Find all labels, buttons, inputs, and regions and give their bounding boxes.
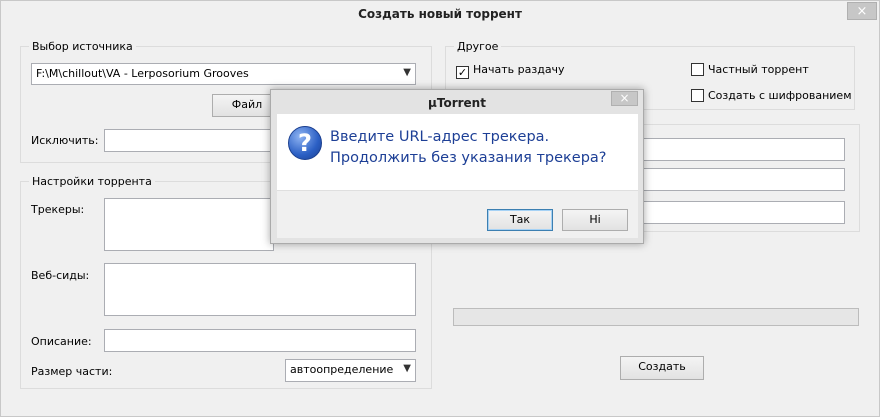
dialog-footer: Так Ні [277, 190, 638, 238]
piece-size-label: Размер части: [31, 365, 113, 378]
checkbox-empty-icon [691, 89, 704, 102]
window-title: Создать новый торрент [358, 7, 522, 21]
dialog-content: ? Введите URL-адрес трекера. Продолжить … [277, 114, 638, 190]
dialog-title: µTorrent [428, 96, 486, 110]
source-legend: Выбор источника [32, 40, 133, 53]
chevron-down-icon: ▼ [403, 67, 411, 78]
encryption-checkbox[interactable]: Создать с шифрованием [691, 89, 852, 102]
webseeds-textarea[interactable] [104, 263, 416, 316]
start-seeding-checkbox[interactable]: ✓ Начать раздачу [456, 63, 565, 79]
other-legend: Другое [457, 40, 499, 53]
exclude-label: Исключить: [31, 134, 99, 147]
trackers-textarea[interactable] [104, 198, 274, 251]
question-icon: ? [288, 126, 322, 160]
right-field-1[interactable] [639, 138, 845, 161]
dialog-message: Введите URL-адрес трекера. Продолжить бе… [330, 129, 607, 166]
dialog-close-button[interactable]: × [611, 91, 638, 106]
webseeds-label: Веб-сиды: [31, 269, 90, 282]
checkbox-empty-icon [691, 63, 704, 76]
trackers-label: Трекеры: [31, 203, 85, 216]
private-torrent-label: Частный торрент [708, 63, 809, 76]
title-bar[interactable]: Создать новый торрент × [1, 1, 879, 29]
piece-size-select[interactable]: автоопределение ▼ [285, 359, 416, 382]
window-close-button[interactable]: × [847, 2, 877, 20]
tracker-warning-dialog: µTorrent × ? Введите URL-адрес трекера. … [270, 89, 644, 244]
source-path-value: F:\M\chillout\VA - Lerposorium Grooves [36, 67, 249, 80]
torrent-settings-legend: Настройки торрента [32, 175, 152, 188]
exclude-input[interactable] [104, 129, 284, 152]
yes-button[interactable]: Так [487, 209, 553, 231]
no-button[interactable]: Ні [562, 209, 628, 231]
private-torrent-checkbox[interactable]: Частный торрент [691, 63, 809, 76]
piece-size-value: автоопределение [290, 363, 394, 376]
checkmark-icon: ✓ [456, 66, 469, 79]
progress-bar [453, 308, 859, 326]
create-button[interactable]: Создать [620, 356, 704, 380]
close-icon: × [619, 91, 630, 105]
chevron-down-icon: ▼ [403, 363, 411, 374]
right-field-3[interactable] [639, 201, 845, 224]
close-icon: × [856, 4, 868, 19]
right-field-2[interactable] [639, 168, 845, 191]
description-input[interactable] [104, 329, 416, 352]
encryption-label: Создать с шифрованием [708, 89, 852, 102]
source-path-combo[interactable]: F:\M\chillout\VA - Lerposorium Grooves ▼ [31, 63, 416, 85]
description-label: Описание: [31, 335, 92, 348]
start-seeding-label: Начать раздачу [473, 63, 565, 76]
